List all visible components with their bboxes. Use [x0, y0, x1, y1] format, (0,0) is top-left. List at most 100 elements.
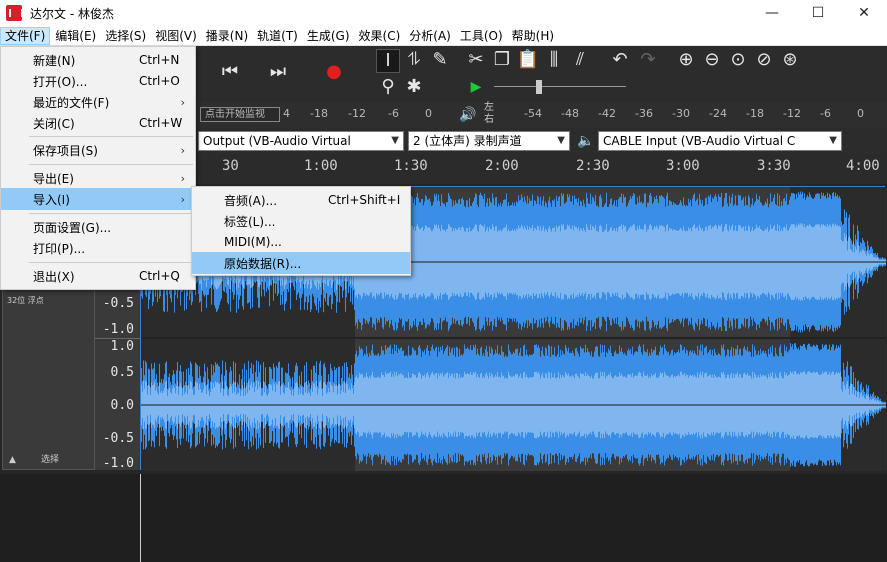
menu-item-import-raw-data[interactable]: 原始数据(R)... — [192, 252, 410, 274]
menu-item-label: 保存项目(S) — [33, 143, 98, 158]
menu-item-label: 原始数据(R)... — [224, 256, 302, 271]
zoom-in-icon[interactable]: ⊕ — [674, 49, 698, 71]
record-icon[interactable]: ● — [322, 61, 346, 83]
redo-icon[interactable]: ↷ — [636, 49, 660, 71]
menu-item-label: 音频(A)... — [224, 193, 278, 208]
output-device-value: Output (VB-Audio Virtual — [203, 134, 351, 148]
meter-tick: -36 — [635, 107, 653, 120]
menu-item-import-midi[interactable]: MIDI(M)... — [192, 231, 410, 253]
menu-item-shortcut: Ctrl+Q — [139, 269, 180, 283]
menu-item-label: 导入(I) — [33, 192, 70, 207]
multi-tool-icon[interactable]: ✱ — [402, 76, 426, 98]
menu-analyze[interactable]: 分析(A) — [405, 27, 455, 45]
play-speed-thumb[interactable] — [536, 80, 542, 94]
menu-item-import-labels[interactable]: 标签(L)... — [192, 210, 410, 232]
meter-tick: -6 — [820, 107, 831, 120]
copy-icon[interactable]: ❐ — [490, 49, 514, 71]
skip-to-end-icon[interactable]: ⏭ — [266, 61, 290, 83]
play-speed-slider[interactable] — [494, 86, 626, 87]
cut-icon[interactable]: ✂ — [464, 49, 488, 71]
input-device-value: CABLE Input (VB-Audio Virtual C — [603, 134, 796, 148]
file-menu: 新建(N) Ctrl+N 打开(O)... Ctrl+O 最近的文件(F) › … — [0, 46, 196, 290]
meter-tick: -30 — [672, 107, 690, 120]
scale-label: 1.0 — [110, 339, 134, 354]
paste-icon[interactable]: 📋 — [516, 49, 540, 71]
menu-item-import[interactable]: 导入(I) › — [1, 188, 195, 210]
meter-tick: -48 — [561, 107, 579, 120]
silence-icon[interactable]: ⫽ — [568, 49, 592, 71]
chevron-down-icon: ▼ — [829, 135, 837, 146]
menu-item-open[interactable]: 打开(O)... Ctrl+O — [1, 70, 195, 92]
menu-item-shortcut: Ctrl+O — [139, 74, 180, 88]
play-at-speed-icon[interactable]: ▶ — [464, 76, 488, 98]
draw-tool-icon[interactable]: ✎ — [428, 49, 452, 71]
menu-item-print[interactable]: 打印(P)... — [1, 237, 195, 259]
title-bar: 达尔文 - 林俊杰 — ☐ ✕ — [0, 0, 887, 26]
channels-select[interactable]: 2 (立体声) 录制声道 ▼ — [408, 131, 570, 151]
menu-item-exit[interactable]: 退出(X) Ctrl+Q — [1, 265, 195, 287]
minimize-button[interactable]: — — [749, 0, 795, 26]
output-device-select[interactable]: Output (VB-Audio Virtual ▼ — [198, 131, 404, 151]
menu-bar: 文件(F) 编辑(E) 选择(S) 视图(V) 播录(N) 轨道(T) 生成(G… — [0, 26, 887, 46]
meter-tick: -6 — [388, 107, 399, 120]
fit-selection-icon[interactable]: ⊙ — [726, 49, 750, 71]
track-format-label: 32位 浮点 — [7, 296, 44, 305]
menu-item-label: 打开(O)... — [33, 74, 88, 89]
menu-tools[interactable]: 工具(O) — [456, 27, 507, 45]
menu-item-label: 关闭(C) — [33, 116, 75, 131]
collapse-icon[interactable]: ▲ — [9, 455, 16, 465]
menu-edit[interactable]: 编辑(E) — [51, 27, 100, 45]
meter-tick: -12 — [348, 107, 366, 120]
menu-tracks[interactable]: 轨道(T) — [253, 27, 302, 45]
selection-tool-icon[interactable]: I — [376, 49, 400, 73]
import-submenu: 音频(A)... Ctrl+Shift+I 标签(L)... MIDI(M)..… — [191, 186, 411, 276]
ruler-label: 1:30 — [394, 158, 428, 174]
ruler-label: 30 — [222, 158, 239, 174]
window-title: 达尔文 - 林俊杰 — [30, 6, 114, 21]
empty-track-area[interactable] — [0, 474, 887, 562]
trim-icon[interactable]: ⫼ — [542, 49, 566, 71]
track-select-button[interactable]: 选择 — [41, 452, 59, 465]
menu-select[interactable]: 选择(S) — [101, 27, 150, 45]
menu-item-shortcut: Ctrl+N — [139, 53, 180, 67]
menu-separator — [29, 262, 193, 263]
fit-project-icon[interactable]: ⊘ — [752, 49, 776, 71]
skip-to-start-icon[interactable]: ⏮ — [218, 61, 242, 83]
menu-help[interactable]: 帮助(H) — [508, 27, 558, 45]
meter-monitor-button[interactable]: 点击开始监视 — [200, 107, 280, 122]
menu-item-export[interactable]: 导出(E) › — [1, 167, 195, 189]
chevron-down-icon: ▼ — [391, 135, 399, 146]
menu-item-new[interactable]: 新建(N) Ctrl+N — [1, 49, 195, 71]
ruler-label: 2:00 — [485, 158, 519, 174]
menu-separator — [29, 213, 193, 214]
close-button[interactable]: ✕ — [841, 0, 887, 26]
menu-item-recent-files[interactable]: 最近的文件(F) › — [1, 91, 195, 113]
menu-generate[interactable]: 生成(G) — [303, 27, 354, 45]
scale-label: 0.5 — [110, 365, 134, 380]
menu-item-label: 退出(X) — [33, 269, 75, 284]
menu-item-import-audio[interactable]: 音频(A)... Ctrl+Shift+I — [192, 189, 410, 211]
maximize-button[interactable]: ☐ — [795, 0, 841, 26]
menu-item-label: 页面设置(G)... — [33, 220, 112, 235]
zoom-tool-icon[interactable]: ⚲ — [376, 76, 400, 98]
menu-item-save-project[interactable]: 保存项目(S) › — [1, 139, 195, 161]
zoom-out-icon[interactable]: ⊖ — [700, 49, 724, 71]
ruler-label: 3:00 — [666, 158, 700, 174]
ruler-label: 1:00 — [304, 158, 338, 174]
menu-item-close[interactable]: 关闭(C) Ctrl+W — [1, 112, 195, 134]
undo-icon[interactable]: ↶ — [608, 49, 632, 71]
menu-file[interactable]: 文件(F) — [0, 26, 51, 45]
meter-tick: -18 — [310, 107, 328, 120]
menu-item-label: 打印(P)... — [33, 241, 86, 256]
zoom-toggle-icon[interactable]: ⊛ — [778, 49, 802, 71]
meter-tick: 0 — [425, 107, 432, 120]
channel-labels: 左 右 — [484, 102, 494, 126]
menu-transport[interactable]: 播录(N) — [202, 27, 252, 45]
envelope-tool-icon[interactable]: ⥮ — [402, 49, 426, 71]
meter-tick: -18 — [746, 107, 764, 120]
input-device-select[interactable]: CABLE Input (VB-Audio Virtual C ▼ — [598, 131, 842, 151]
menu-item-page-setup[interactable]: 页面设置(G)... — [1, 216, 195, 238]
menu-view[interactable]: 视图(V) — [151, 27, 201, 45]
menu-effect[interactable]: 效果(C) — [355, 27, 405, 45]
chevron-right-icon: › — [180, 192, 185, 206]
